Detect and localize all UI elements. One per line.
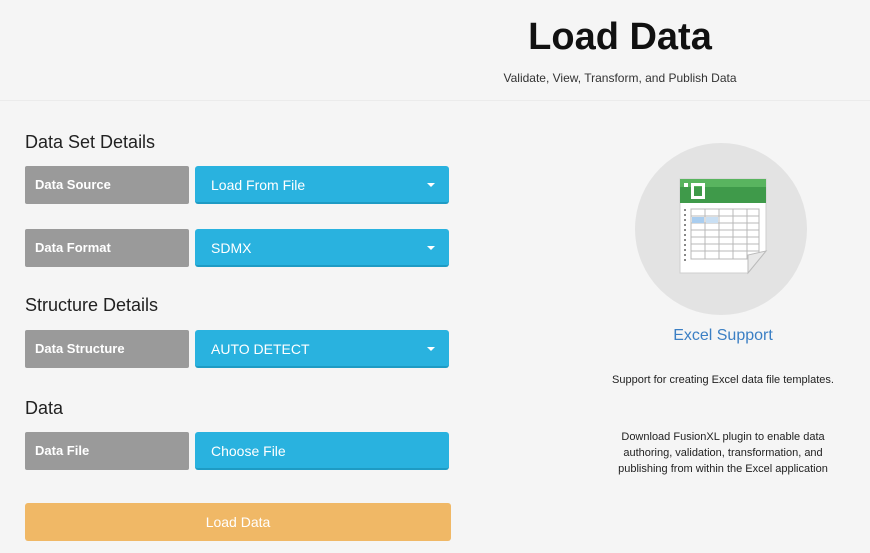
page-title: Load Data bbox=[528, 16, 712, 58]
data-structure-label: Data Structure bbox=[25, 330, 189, 368]
chevron-down-icon bbox=[427, 347, 435, 351]
excel-icon-circle bbox=[635, 143, 807, 315]
load-data-button[interactable]: Load Data bbox=[25, 503, 451, 541]
chevron-down-icon bbox=[427, 246, 435, 250]
chevron-down-icon bbox=[427, 183, 435, 187]
data-source-value: Load From File bbox=[211, 177, 306, 193]
page-subtitle: Validate, View, Transform, and Publish D… bbox=[503, 71, 737, 85]
section-heading-structure-details: Structure Details bbox=[25, 295, 159, 315]
data-structure-select[interactable]: AUTO DETECT bbox=[195, 330, 449, 368]
excel-support-link[interactable]: Excel Support bbox=[600, 327, 846, 345]
data-format-label: Data Format bbox=[25, 229, 189, 267]
data-format-select[interactable]: SDMX bbox=[195, 229, 449, 267]
page-header: Load Data Validate, View, Transform, and… bbox=[0, 0, 870, 101]
data-structure-value: AUTO DETECT bbox=[211, 341, 310, 357]
excel-spreadsheet-icon bbox=[679, 178, 768, 275]
data-source-select[interactable]: Load From File bbox=[195, 166, 449, 204]
data-format-value: SDMX bbox=[211, 240, 252, 256]
data-source-label: Data Source bbox=[25, 166, 189, 204]
excel-support-description: Support for creating Excel data file tem… bbox=[612, 374, 834, 386]
section-heading-data: Data bbox=[25, 398, 64, 418]
choose-file-label: Choose File bbox=[211, 443, 286, 459]
data-file-label: Data File bbox=[25, 432, 189, 470]
fusionxl-description: Download FusionXL plugin to enable data … bbox=[618, 431, 828, 475]
section-heading-dataset-details: Data Set Details bbox=[25, 132, 156, 152]
choose-file-button[interactable]: Choose File bbox=[195, 432, 449, 470]
